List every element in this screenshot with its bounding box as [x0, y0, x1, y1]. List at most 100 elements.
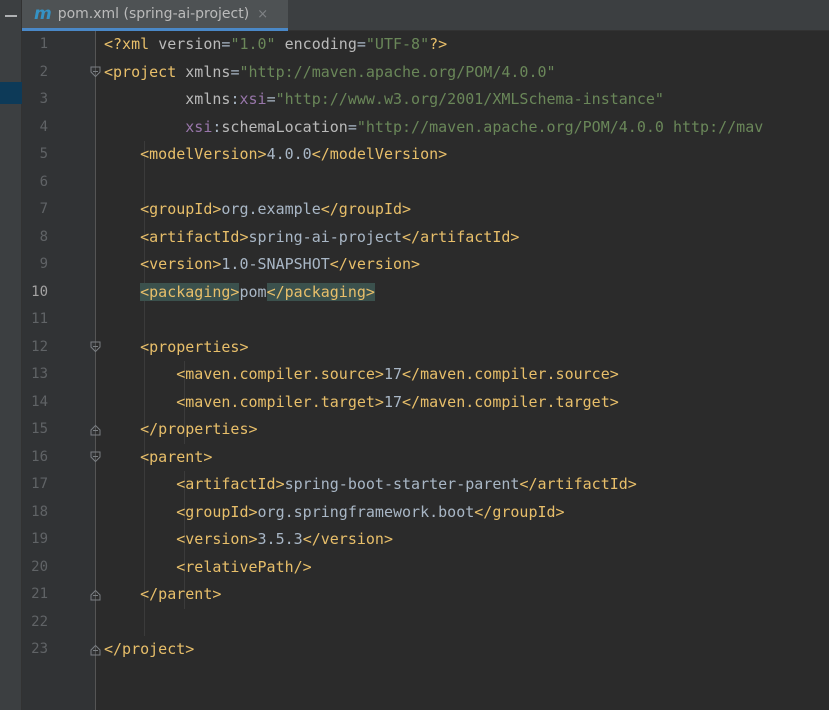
maven-m-icon: m	[34, 3, 52, 24]
code-line[interactable]: <artifactId>spring-ai-project</artifactI…	[104, 224, 519, 252]
line-number: 19	[31, 531, 48, 547]
code-token: "http://www.w3.org/2001/XMLSchema-instan…	[275, 90, 664, 108]
code-line[interactable]: <modelVersion>4.0.0</modelVersion>	[104, 141, 447, 169]
line-number: 14	[31, 393, 48, 410]
code-token: 3.5.3	[257, 530, 303, 548]
line-number: 20	[31, 558, 48, 575]
line-number: 2	[39, 63, 48, 80]
editor-tab-bar: m pom.xml (spring-ai-project) ×	[0, 0, 829, 31]
code-line[interactable]: </properties>	[104, 416, 258, 444]
fold-open-icon[interactable]	[88, 334, 102, 362]
fold-open-icon[interactable]	[88, 59, 102, 87]
line-number: 11	[31, 311, 48, 327]
line-number: 10	[31, 283, 48, 300]
line-number: 3	[39, 91, 48, 107]
code-token: =	[356, 35, 366, 53]
code-token: <version>	[176, 530, 258, 548]
code-line[interactable]: <project xmlns="http://maven.apache.org/…	[104, 59, 556, 87]
code-token: <relativePath/>	[176, 557, 312, 576]
code-line[interactable]: xmlns:xsi="http://www.w3.org/2001/XMLSch…	[104, 86, 664, 114]
code-token: <version>	[140, 255, 222, 273]
code-token: =	[266, 90, 276, 108]
line-number: 22	[31, 613, 48, 630]
line-number: 9	[39, 256, 48, 272]
code-token: </modelVersion>	[311, 145, 448, 163]
tab-pom-xml[interactable]: m pom.xml (spring-ai-project) ×	[22, 0, 288, 31]
line-number: 7	[39, 201, 48, 217]
code-token: </properties>	[140, 420, 258, 438]
tool-window-selection[interactable]	[0, 82, 22, 104]
code-line[interactable]: <version>3.5.3</version>	[104, 526, 393, 554]
code-token: </version>	[302, 530, 393, 548]
code-token: <modelVersion>	[140, 145, 267, 163]
code-token: <artifactId>	[176, 475, 285, 493]
code-line[interactable]: <artifactId>spring-boot-starter-parent</…	[104, 471, 637, 499]
code-token: <maven.compiler.target>	[176, 392, 384, 411]
code-token: <project	[104, 62, 186, 81]
code-line[interactable]: <groupId>org.example</groupId>	[104, 196, 411, 224]
line-number: 23	[31, 641, 48, 657]
code-token: xmlns	[185, 90, 231, 108]
code-token: <parent>	[140, 447, 213, 466]
code-token: spring-boot-starter-parent	[284, 475, 520, 493]
code-token: <artifactId>	[140, 227, 249, 246]
code-line[interactable]: <relativePath/>	[104, 554, 312, 582]
code-line[interactable]: <properties>	[104, 334, 248, 362]
code-token: xsi	[185, 117, 213, 136]
tool-window-strip	[0, 0, 22, 710]
code-line[interactable]: <groupId>org.springframework.boot</group…	[104, 499, 564, 527]
code-token: =	[347, 117, 357, 136]
fold-close-icon[interactable]	[88, 636, 102, 664]
line-number: 17	[31, 476, 48, 492]
code-token: </groupId>	[320, 200, 412, 218]
code-token: <groupId>	[140, 200, 222, 218]
code-token: schemaLocation	[221, 117, 348, 136]
code-line[interactable]: <parent>	[104, 444, 212, 472]
code-token: </maven.compiler.target>	[402, 392, 619, 411]
line-number: 15	[31, 421, 48, 437]
code-line[interactable]: xsi:schemaLocation="http://maven.apache.…	[104, 114, 763, 142]
fold-close-icon[interactable]	[88, 581, 102, 609]
code-line[interactable]: <version>1.0-SNAPSHOT</version>	[104, 251, 420, 279]
line-number: 1	[39, 36, 48, 52]
minimize-icon[interactable]	[0, 0, 22, 31]
line-number: 4	[39, 118, 48, 135]
close-icon[interactable]: ×	[257, 7, 268, 22]
code-token: <packaging>	[140, 282, 240, 301]
tab-label: pom.xml (spring-ai-project)	[57, 6, 250, 22]
fold-close-icon[interactable]	[88, 416, 102, 444]
code-line[interactable]: </parent>	[104, 581, 221, 609]
code-line[interactable]: <?xml version="1.0" encoding="UTF-8"?>	[104, 31, 447, 59]
code-line[interactable]: <maven.compiler.source>17</maven.compile…	[104, 361, 619, 389]
code-line[interactable]: <packaging>pom</packaging>	[104, 279, 375, 307]
line-number: 18	[31, 503, 48, 520]
ide-window: m pom.xml (spring-ai-project) × 1 <?xml v…	[0, 0, 829, 710]
code-token: xsi	[239, 90, 267, 108]
code-token: </artifactId>	[519, 475, 637, 493]
code-token: </artifactId>	[402, 227, 520, 246]
code-token: org.example	[221, 200, 321, 218]
line-number: 12	[31, 338, 48, 355]
code-token: <groupId>	[176, 502, 258, 521]
code-token: "UTF-8"	[365, 35, 430, 53]
fold-open-icon[interactable]	[88, 444, 102, 472]
code-line[interactable]: </project>	[104, 636, 194, 664]
code-line[interactable]: <maven.compiler.target>17</maven.compile…	[104, 389, 619, 417]
code-token: 4.0.0	[266, 145, 312, 163]
code-token: </project>	[104, 640, 195, 658]
code-token: </maven.compiler.source>	[402, 365, 619, 383]
code-token: version	[158, 35, 222, 53]
line-number: 6	[39, 173, 48, 190]
